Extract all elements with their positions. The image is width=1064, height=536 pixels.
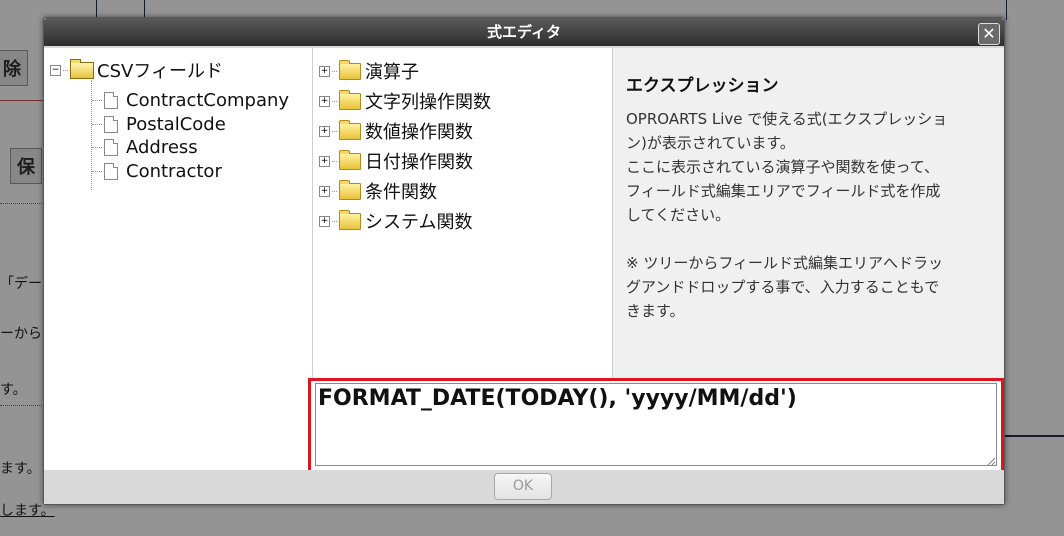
tree-node-numeric-functions[interactable]: + 数値操作関数	[319, 119, 473, 143]
file-icon	[104, 138, 118, 156]
expand-icon[interactable]: +	[319, 65, 330, 77]
resize-grip-icon[interactable]	[987, 458, 995, 466]
tree-connector	[332, 100, 337, 102]
dialog-title: 式エディタ	[487, 23, 561, 41]
tree-node-label: CSVフィールド	[97, 61, 223, 82]
tree-leaf-field[interactable]: Contractor	[92, 159, 222, 183]
tree-node-operators[interactable]: + 演算子	[319, 59, 419, 83]
folder-icon	[339, 59, 361, 80]
tree-node-label: 文字列操作関数	[365, 92, 491, 113]
tree-node-label: 数値操作関数	[365, 122, 473, 143]
tree-connector	[332, 190, 337, 192]
tree-leaf-label: ContractCompany	[126, 89, 290, 111]
tree-leaf-label: Address	[126, 136, 198, 158]
expand-icon[interactable]: +	[319, 95, 330, 107]
description-title: エクスプレッション	[626, 76, 779, 96]
expand-icon[interactable]: +	[319, 125, 330, 137]
tree-leaf-field[interactable]: Address	[92, 135, 198, 159]
tree-node-label: システム関数	[365, 212, 473, 233]
description-text: OPROARTS Live で使える式(エクスプレッショ ン)が表示されています…	[626, 110, 948, 320]
tree-connector	[92, 123, 102, 125]
folder-icon	[339, 89, 361, 110]
tree-node-label: 演算子	[365, 62, 419, 83]
file-icon	[104, 91, 118, 109]
tree-node-label: 条件関数	[365, 182, 437, 203]
tree-leaf-label: Contractor	[126, 160, 222, 182]
folder-icon	[339, 179, 361, 200]
tree-node-string-functions[interactable]: + 文字列操作関数	[319, 89, 491, 113]
tree-connector	[92, 170, 102, 172]
dialog-footer: OK	[44, 470, 1004, 504]
file-icon	[104, 115, 118, 133]
tree-connector	[92, 99, 102, 101]
ok-button[interactable]: OK	[494, 473, 552, 500]
field-tree-pane: − CSVフィールド ContractCompany PostalCode Ad…	[44, 48, 313, 470]
tree-leaf-field[interactable]: PostalCode	[92, 112, 226, 136]
tree-connector	[63, 69, 68, 71]
tree-node-csv-fields[interactable]: − CSVフィールド	[50, 58, 223, 82]
function-tree-pane: + 演算子 + 文字列操作関数 + 数値操作関数 + 日付操作関数 + 条件関数…	[313, 48, 613, 378]
description-pane: エクスプレッション OPROARTS Live で使える式(エクスプレッショ ン…	[613, 48, 1004, 378]
tree-leaf-label: PostalCode	[126, 113, 226, 135]
tree-connector	[332, 220, 337, 222]
tree-node-condition-functions[interactable]: + 条件関数	[319, 179, 437, 203]
formula-input[interactable]: FORMAT_DATE(TODAY(), 'yyyy/MM/dd')	[315, 383, 997, 466]
tree-connector	[332, 160, 337, 162]
folder-icon	[339, 119, 361, 140]
tree-node-label: 日付操作関数	[365, 152, 473, 173]
close-button[interactable]: ✕	[978, 23, 1000, 45]
expand-icon[interactable]: +	[319, 155, 330, 167]
folder-icon	[339, 209, 361, 230]
file-icon	[104, 162, 118, 180]
dialog-titlebar[interactable]: 式エディタ ✕	[44, 18, 1004, 46]
folder-icon	[339, 149, 361, 170]
folder-open-icon	[70, 58, 94, 79]
expression-editor-dialog: 式エディタ ✕ − CSVフィールド ContractCompany Posta…	[43, 17, 1005, 505]
formula-highlight: FORMAT_DATE(TODAY(), 'yyyy/MM/dd')	[308, 378, 1004, 475]
dialog-body: − CSVフィールド ContractCompany PostalCode Ad…	[44, 48, 1004, 475]
collapse-icon[interactable]: −	[50, 64, 61, 76]
tree-connector	[332, 70, 337, 72]
tree-connector	[332, 130, 337, 132]
tree-leaf-field[interactable]: ContractCompany	[92, 88, 289, 112]
expand-icon[interactable]: +	[319, 215, 330, 227]
tree-node-system-functions[interactable]: + システム関数	[319, 209, 472, 233]
tree-connector	[92, 146, 102, 148]
expand-icon[interactable]: +	[319, 185, 330, 197]
tree-node-date-functions[interactable]: + 日付操作関数	[319, 149, 473, 173]
